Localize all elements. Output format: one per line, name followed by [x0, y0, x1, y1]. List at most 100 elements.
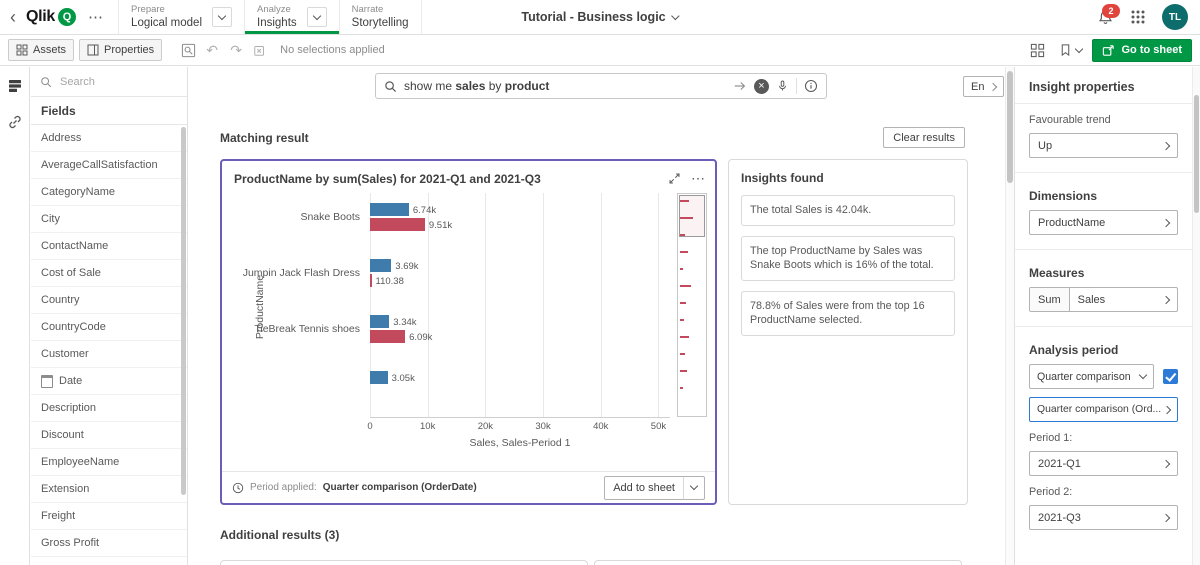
field-item[interactable]: Date	[31, 368, 187, 395]
chevron-right-icon	[1162, 459, 1170, 467]
measure-item[interactable]: Sum Sales	[1029, 287, 1178, 312]
x-axis-ticks: 010k20k30k40k50k	[370, 421, 670, 434]
bar[interactable]	[370, 274, 372, 287]
bookmark-button[interactable]	[1059, 43, 1082, 57]
scrollbar-thumb[interactable]	[1194, 95, 1199, 213]
clear-selections-button[interactable]	[248, 39, 272, 61]
field-item[interactable]: AverageCallSatisfaction	[31, 152, 187, 179]
link-button[interactable]	[4, 111, 26, 133]
topbar-right: 2 TL	[1097, 4, 1200, 30]
bar-value-label: 110.38	[376, 276, 404, 287]
fields-panel: Fields AddressAverageCallSatisfactionCat…	[31, 67, 188, 565]
matching-result-header: Matching result	[220, 131, 309, 145]
add-to-sheet-button[interactable]: Add to sheet	[604, 476, 705, 500]
fields-search[interactable]	[31, 67, 187, 97]
category-label: Jumpin Jack Flash Dress	[243, 267, 360, 279]
field-item[interactable]: ContactName	[31, 233, 187, 260]
bar[interactable]	[370, 315, 389, 328]
insight-item[interactable]: 78.8% of Sales were from the top 16 Prod…	[741, 291, 955, 336]
avatar[interactable]: TL	[1162, 4, 1188, 30]
language-button[interactable]: En	[963, 76, 1004, 97]
period2-select[interactable]: 2021-Q3	[1029, 505, 1178, 530]
nlp-search-bar[interactable]: show me sales by product ×	[375, 73, 827, 99]
field-item[interactable]: Cost of Sale	[31, 260, 187, 287]
insight-item[interactable]: The total Sales is 42.04k.	[741, 195, 955, 226]
period-type-select[interactable]: Quarter comparison	[1029, 364, 1154, 389]
field-item[interactable]: Country	[31, 287, 187, 314]
nav-prepare[interactable]: PrepareLogical model	[119, 0, 245, 34]
assets-icon	[16, 44, 28, 56]
clear-selections-icon	[253, 43, 267, 57]
field-item[interactable]: Freight	[31, 503, 187, 530]
chart-minimap[interactable]	[677, 193, 707, 417]
selections-tool-button[interactable]	[176, 39, 200, 61]
mic-icon[interactable]	[776, 79, 789, 93]
chevron-right-icon	[1162, 141, 1170, 149]
apps-grid-button[interactable]	[1130, 9, 1146, 25]
bar[interactable]	[370, 203, 409, 216]
notifications-button[interactable]: 2	[1097, 9, 1114, 26]
bar[interactable]	[370, 330, 405, 343]
dimension-item[interactable]: ProductName	[1029, 210, 1178, 235]
field-item[interactable]: City	[31, 206, 187, 233]
properties-scrollbar[interactable]	[1192, 67, 1200, 565]
nav-analyze[interactable]: AnalyzeInsights	[245, 0, 340, 34]
go-to-sheet-label: Go to sheet	[1121, 44, 1182, 56]
analysis-period-checkbox[interactable]	[1163, 369, 1178, 384]
language-label: En	[971, 81, 984, 93]
field-item[interactable]: Customer	[31, 341, 187, 368]
notification-badge: 2	[1102, 4, 1120, 18]
bar[interactable]	[370, 218, 425, 231]
properties-button[interactable]: Properties	[79, 39, 162, 61]
info-icon[interactable]	[804, 79, 818, 93]
additional-result-card-partial[interactable]	[220, 560, 588, 565]
topbar-nav: PrepareLogical modelAnalyzeInsightsNarra…	[118, 0, 422, 34]
field-item[interactable]: EmployeeName	[31, 449, 187, 476]
nav-narrate[interactable]: NarrateStorytelling	[340, 0, 422, 34]
field-item[interactable]: CategoryName	[31, 179, 187, 206]
field-item[interactable]: Discount	[31, 422, 187, 449]
bar[interactable]	[370, 371, 388, 384]
redo-icon[interactable]: ↷	[224, 39, 248, 61]
nav-dropdown-prepare[interactable]	[212, 7, 232, 27]
field-item[interactable]: CountryCode	[31, 314, 187, 341]
more-icon[interactable]: ⋯	[88, 8, 104, 26]
search-query[interactable]: show me sales by product	[404, 79, 726, 93]
period1-select[interactable]: 2021-Q1	[1029, 451, 1178, 476]
insight-item[interactable]: The top ProductName by Sales was Snake B…	[741, 236, 955, 281]
chart-actions: ⋯	[668, 170, 705, 187]
chart-more-icon[interactable]: ⋯	[691, 170, 705, 187]
field-item[interactable]: Extension	[31, 476, 187, 503]
dimension-value: ProductName	[1038, 217, 1105, 229]
app-title[interactable]: Tutorial - Business logic	[521, 10, 678, 24]
insight-advisor-button[interactable]	[1025, 39, 1049, 61]
field-item[interactable]: Address	[31, 125, 187, 152]
submit-arrow-icon[interactable]	[733, 79, 747, 93]
fields-search-input[interactable]	[58, 75, 162, 89]
assets-button[interactable]: Assets	[8, 39, 74, 61]
field-item[interactable]: Description	[31, 395, 187, 422]
add-to-sheet-dropdown[interactable]	[683, 477, 704, 499]
chart-card[interactable]: ProductName by sum(Sales) for 2021-Q1 an…	[220, 159, 717, 505]
clear-query-icon[interactable]: ×	[754, 79, 769, 94]
undo-icon[interactable]: ↶	[200, 39, 224, 61]
clear-results-button[interactable]: Clear results	[883, 127, 965, 148]
go-to-sheet-button[interactable]: Go to sheet	[1092, 39, 1192, 62]
period-type-value: Quarter comparison	[1037, 371, 1131, 383]
master-items-button[interactable]	[4, 75, 26, 97]
back-icon[interactable]: ‹	[10, 8, 16, 26]
bar[interactable]	[370, 259, 391, 272]
additional-result-card-partial[interactable]	[594, 560, 962, 565]
nav-dropdown-analyze[interactable]	[307, 7, 327, 27]
field-item[interactable]: Gross Profit	[31, 530, 187, 557]
fields-scrollbar[interactable]	[181, 127, 186, 495]
divider	[796, 78, 797, 94]
expand-icon[interactable]	[668, 172, 681, 185]
favourable-trend-select[interactable]: Up	[1029, 133, 1178, 158]
period2-label: Period 2:	[1029, 486, 1178, 498]
scrollbar-thumb[interactable]	[1007, 71, 1013, 183]
bar-value-label: 9.51k	[429, 220, 452, 231]
y-axis-categories: Snake BootsJumpin Jack Flash DressTieBre…	[246, 193, 366, 417]
period-calendar-select[interactable]: Quarter comparison (Ord...	[1029, 397, 1178, 422]
master-items-icon	[7, 78, 23, 94]
